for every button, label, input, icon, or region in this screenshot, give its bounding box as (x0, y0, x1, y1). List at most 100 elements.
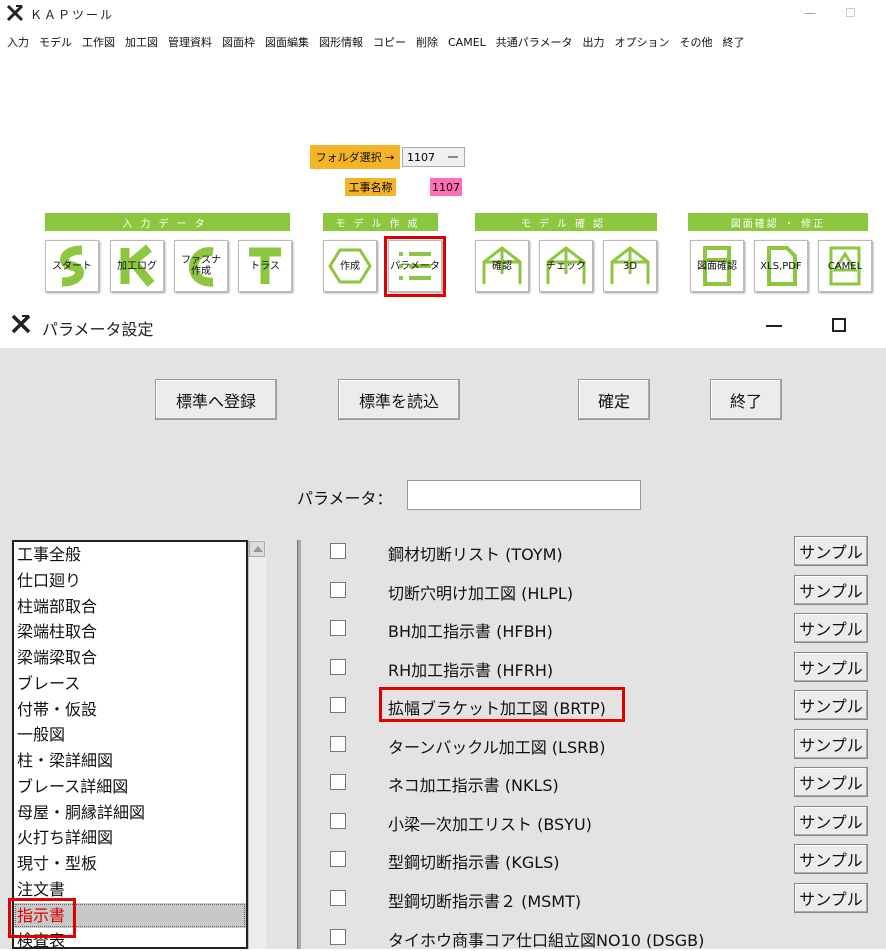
menu-shop-drawing[interactable]: 工作図 (82, 34, 115, 50)
load-standard-button[interactable]: 標準を読込 (338, 379, 460, 420)
row-checkbox[interactable] (330, 813, 346, 829)
sample-button[interactable]: サンプル (794, 806, 868, 836)
row-label: 型鋼切断指示書 (KGLS) (388, 853, 560, 872)
menu-frame[interactable]: 図面枠 (222, 34, 255, 50)
menu-management[interactable]: 管理資料 (168, 34, 212, 50)
sample-button[interactable]: サンプル (794, 883, 868, 913)
project-name-label: 工事名称 (345, 178, 396, 196)
menu-fabrication-drawing[interactable]: 加工図 (125, 34, 158, 50)
menu-camel[interactable]: CAMEL (448, 36, 486, 49)
register-standard-button[interactable]: 標準へ登録 (155, 379, 277, 420)
check-button[interactable]: チェック (539, 240, 593, 292)
sample-button[interactable]: サンプル (794, 844, 868, 874)
list-item[interactable]: ブレース詳細図 (14, 774, 246, 800)
menu-other[interactable]: その他 (679, 34, 712, 50)
truss-button[interactable]: トラス (238, 240, 292, 292)
group-model-check: モデル確認 (475, 213, 657, 231)
menu-exit[interactable]: 終了 (722, 34, 744, 50)
maximize-icon[interactable] (832, 318, 846, 332)
model-confirm-label: 確認 (492, 260, 512, 272)
category-list[interactable]: 工事全般 仕口廻り 柱端部取合 梁端柱取合 梁端梁取合 ブレース 付帯・仮設 一… (12, 540, 248, 949)
list-item[interactable]: 柱端部取合 (14, 594, 246, 620)
list-item[interactable]: 現寸・型板 (14, 851, 246, 877)
list-item[interactable]: 母屋・胴縁詳細図 (14, 800, 246, 826)
folder-select-button[interactable]: フォルダ選択 → (310, 145, 400, 169)
row-label: 切断穴明け加工図 (HLPL) (388, 584, 574, 603)
menu-output[interactable]: 出力 (582, 34, 604, 50)
sample-button[interactable]: サンプル (794, 613, 868, 643)
list-item[interactable]: 付帯・仮設 (14, 697, 246, 723)
folder-dropdown-value: 1107 (407, 150, 435, 164)
row-checkbox[interactable] (330, 659, 346, 675)
menu-common-params[interactable]: 共通パラメータ (496, 34, 573, 50)
process-log-label: 加工ログ (117, 260, 157, 272)
process-log-button[interactable]: 加工ログ (110, 240, 164, 292)
drawing-check-label: 図面確認 (697, 260, 737, 272)
row-checkbox[interactable] (330, 851, 346, 867)
start-label: スタート (52, 260, 92, 272)
options-panel-frame (297, 540, 301, 949)
sample-button[interactable]: サンプル (794, 729, 868, 759)
menu-options[interactable]: オプション (614, 34, 669, 50)
highlight-parameter-button (384, 236, 446, 297)
sample-button[interactable]: サンプル (794, 575, 868, 605)
folder-dropdown[interactable]: 1107 (402, 147, 465, 167)
menu-copy[interactable]: コピー (373, 34, 406, 50)
row-label: 小梁一次加工リスト (BSYU) (388, 815, 592, 834)
category-scrollbar[interactable] (248, 540, 266, 949)
row-checkbox[interactable] (330, 620, 346, 636)
group-input-data: 入力データ (45, 213, 290, 231)
list-item[interactable]: 仕口廻り (14, 568, 246, 594)
row-checkbox[interactable] (330, 582, 346, 598)
xls-pdf-label: XLS,PDF (760, 260, 802, 272)
minimize-icon[interactable] (766, 325, 782, 327)
project-name-value: 1107 (430, 178, 462, 196)
kap-logo-icon (6, 4, 24, 22)
fastener-label: ファスナ作成 (181, 255, 221, 277)
row-checkbox[interactable] (330, 890, 346, 906)
list-item[interactable]: ブレース (14, 671, 246, 697)
model-create-label: 作成 (340, 260, 360, 272)
sample-button[interactable]: サンプル (794, 690, 868, 720)
list-item[interactable]: 梁端柱取合 (14, 619, 246, 645)
list-item[interactable]: 火打ち詳細図 (14, 825, 246, 851)
model-confirm-button[interactable]: 確認 (475, 240, 529, 292)
app-minimize-icon[interactable]: — (804, 6, 816, 20)
parameter-search-input[interactable] (407, 480, 641, 510)
model-create-button[interactable]: 作成 (323, 240, 377, 292)
row-checkbox[interactable] (330, 929, 346, 945)
start-button[interactable]: スタート (45, 240, 99, 292)
list-item[interactable]: 一般図 (14, 722, 246, 748)
close-button[interactable]: 終了 (710, 379, 782, 420)
row-label: ターンバックル加工図 (LSRB) (388, 738, 606, 757)
menu-shape-info[interactable]: 図形情報 (319, 34, 363, 50)
menu-delete[interactable]: 削除 (416, 34, 438, 50)
camel-label: CAMEL (827, 260, 863, 272)
xls-pdf-button[interactable]: XLS,PDF (754, 240, 808, 292)
sample-button[interactable]: サンプル (794, 652, 868, 682)
fastener-create-button[interactable]: ファスナ作成 (174, 240, 228, 292)
row-checkbox[interactable] (330, 543, 346, 559)
list-item[interactable]: 梁端梁取合 (14, 645, 246, 671)
app-title: ＫＡＰツール (30, 8, 115, 22)
row-checkbox[interactable] (330, 736, 346, 752)
camel-button[interactable]: CAMEL (818, 240, 872, 292)
row-label: 型鋼切断指示書２ (MSMT) (388, 892, 582, 911)
row-checkbox[interactable] (330, 774, 346, 790)
scroll-up-arrow-icon[interactable] (249, 541, 265, 557)
list-item[interactable]: 工事全般 (14, 542, 246, 568)
list-item[interactable]: 柱・梁詳細図 (14, 748, 246, 774)
menu-drawing-edit[interactable]: 図面編集 (265, 34, 309, 50)
menu-model[interactable]: モデル (39, 34, 72, 50)
menu-input[interactable]: 入力 (7, 34, 29, 50)
sample-button[interactable]: サンプル (794, 536, 868, 566)
row-label: タイホウ商事コア仕口組立図NO10 (DSGB) (388, 931, 705, 950)
sample-button[interactable]: サンプル (794, 767, 868, 797)
view-3d-button[interactable]: 3D (603, 240, 657, 292)
row-label: ネコ加工指示書 (NKLS) (388, 776, 559, 795)
row-checkbox[interactable] (330, 697, 346, 713)
row-label: BH加工指示書 (HFBH) (388, 622, 553, 641)
app-maximize-icon[interactable] (846, 8, 855, 17)
confirm-button[interactable]: 確定 (578, 379, 650, 420)
drawing-check-button[interactable]: 図面確認 (690, 240, 744, 292)
